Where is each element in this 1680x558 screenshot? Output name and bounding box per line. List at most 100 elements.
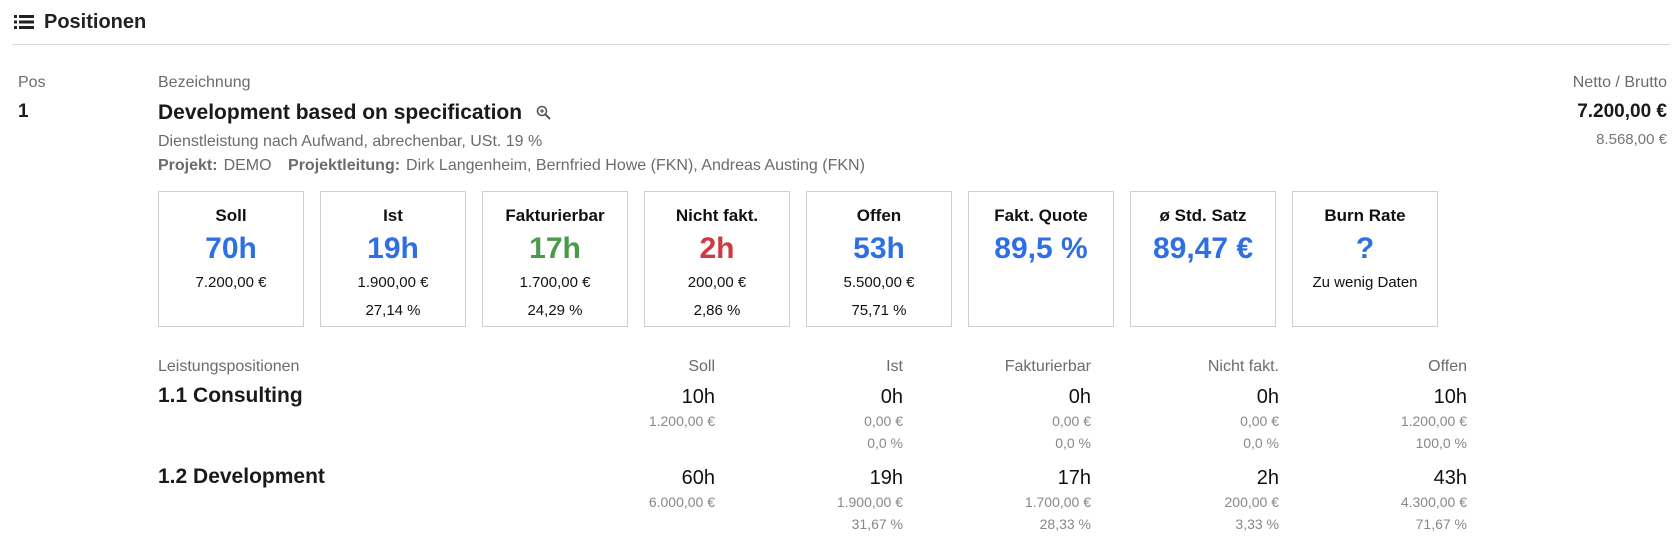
pos-column-label: Pos [18,74,46,91]
position-title: Development based on specification [158,101,523,124]
kpi-card-nicht-fakt: Nicht fakt. 2h 200,00 € 2,86 % [644,191,790,327]
cell-amount: 4.300,00 € [1400,494,1467,510]
kpi-title: Ist [383,206,403,225]
cell-amount: 1.900,00 € [836,494,903,510]
divider [12,44,1670,45]
cell-offen: 43h 4.300,00 € 71,67 % [1307,465,1467,535]
cell-amount: 1.700,00 € [1024,494,1091,510]
cell-amount: 200,00 € [1224,494,1280,510]
cell-hours: 10h [681,386,715,408]
cell-hours: 17h [1057,467,1091,489]
section-title: Positionen [44,10,147,33]
cell-percent: 0,0 % [867,435,903,451]
zoom-icon[interactable] [536,105,552,121]
cell-ist: 19h 1.900,00 € 31,67 % [743,465,903,535]
kpi-card-burn-rate: Burn Rate ? Zu wenig Daten [1292,191,1438,327]
leistung-row-name: 1.2 Development [158,465,325,488]
kpi-title: Fakt. Quote [994,206,1088,225]
projektleitung-label: Projektleitung: [288,157,401,174]
position-meta: Projekt: DEMO Projektleitung: Dirk Langenh… [158,157,877,175]
leistung-row-name: 1.1 Consulting [158,384,303,407]
kpi-title: Nicht fakt. [675,206,759,225]
leistung-header: Leistungspositionen Soll Ist Fakturierba… [158,358,1480,380]
cell-hours: 2h [1256,467,1279,489]
section-header: Positionen [14,8,146,36]
cell-amount: 0,00 € [1240,413,1279,429]
cell-percent: 0,0 % [1055,435,1091,451]
cell-amount: 0,00 € [1052,413,1091,429]
kpi-card-offen: Offen 53h 5.500,00 € 75,71 % [806,191,952,327]
cell-fakturierbar: 17h 1.700,00 € 28,33 % [931,465,1091,535]
kpi-sub-1: Zu wenig Daten [1312,274,1418,291]
kpi-card-ist: Ist 19h 1.900,00 € 27,14 % [320,191,466,327]
cell-fakturierbar: 0h 0,00 € 0,0 % [931,384,1091,454]
list-icon [14,14,36,30]
kpi-sub-1: 1.700,00 € [519,274,591,291]
kpi-sub-1: 7.200,00 € [195,274,267,291]
kpi-card-fakturierbar: Fakturierbar 17h 1.700,00 € 24,29 % [482,191,628,327]
cell-ist: 0h 0,00 € 0,0 % [743,384,903,454]
cell-amount: 0,00 € [864,413,903,429]
header-offen: Offen [1428,358,1467,375]
cell-hours: 0h [1256,386,1279,408]
kpi-sub-2: 75,71 % [851,302,907,319]
leistung-label: Leistungspositionen [158,358,300,375]
kpi-value: 53h [853,232,905,265]
kpi-value: 17h [529,232,581,265]
netto-amount: 7.200,00 € [1577,101,1667,122]
cell-percent: 3,33 % [1235,516,1279,532]
kpi-card-fakt-quote: Fakt. Quote 89,5 % [968,191,1114,327]
kpi-card-soll: Soll 70h 7.200,00 € [158,191,304,327]
header-nicht-fakt: Nicht fakt. [1207,358,1279,375]
kpi-value: 89,5 % [994,232,1088,265]
cell-hours: 10h [1433,386,1467,408]
position-subtitle: Dienstleistung nach Aufwand, abrechenbar… [158,133,543,150]
header-soll: Soll [688,358,715,375]
kpi-sub-1: 200,00 € [687,274,747,291]
header-fakturierbar: Fakturierbar [1004,358,1091,375]
kpi-value: 2h [699,232,735,265]
kpi-title: Soll [215,206,247,225]
kpi-sub-2: 2,86 % [693,302,741,319]
kpi-value: ? [1355,232,1375,265]
kpi-title: ø Std. Satz [1159,206,1247,225]
cell-amount: 1.200,00 € [648,413,715,429]
cell-offen: 10h 1.200,00 € 100,0 % [1307,384,1467,454]
cell-hours: 19h [869,467,903,489]
kpi-title: Offen [856,206,902,225]
header-ist: Ist [886,358,903,375]
cell-amount: 1.200,00 € [1400,413,1467,429]
cell-soll: 60h 6.000,00 € [555,465,715,513]
projekt-label: Projekt: [158,157,218,174]
netto-brutto-label: Netto / Brutto [1572,74,1667,91]
projektleitung-value: Dirk Langenheim, Bernfried Howe (FKN), A… [406,157,865,174]
kpi-title: Fakturierbar [505,206,605,225]
kpi-title: Burn Rate [1324,206,1406,225]
kpi-value: 19h [367,232,419,265]
cell-hours: 43h [1433,467,1467,489]
bezeichnung-column-label: Bezeichnung [158,74,251,91]
cell-soll: 10h 1.200,00 € [555,384,715,432]
cell-hours: 0h [880,386,903,408]
cell-percent: 100,0 % [1415,435,1467,451]
cell-amount: 6.000,00 € [648,494,715,510]
cell-percent: 28,33 % [1039,516,1091,532]
kpi-card-std-satz: ø Std. Satz 89,47 € [1130,191,1276,327]
cell-nicht-fakt: 0h 0,00 € 0,0 % [1119,384,1279,454]
cell-percent: 31,67 % [851,516,903,532]
kpi-sub-2: 24,29 % [527,302,583,319]
kpi-cards: Soll 70h 7.200,00 € Ist 19h 1.900,00 € 2… [158,191,1438,327]
projekt-value: DEMO [223,157,272,174]
brutto-amount: 8.568,00 € [1596,131,1667,148]
cell-nicht-fakt: 2h 200,00 € 3,33 % [1119,465,1280,535]
position-title-row: Development based on specification [158,101,552,125]
kpi-value: 70h [205,232,257,265]
cell-percent: 0,0 % [1243,435,1279,451]
kpi-sub-1: 5.500,00 € [843,274,915,291]
kpi-sub-2: 27,14 % [365,302,421,319]
kpi-sub-1: 1.900,00 € [357,274,429,291]
cell-percent: 71,67 % [1415,516,1467,532]
position-number: 1 [18,101,29,122]
kpi-value: 89,47 € [1152,232,1254,265]
cell-hours: 0h [1068,386,1091,408]
